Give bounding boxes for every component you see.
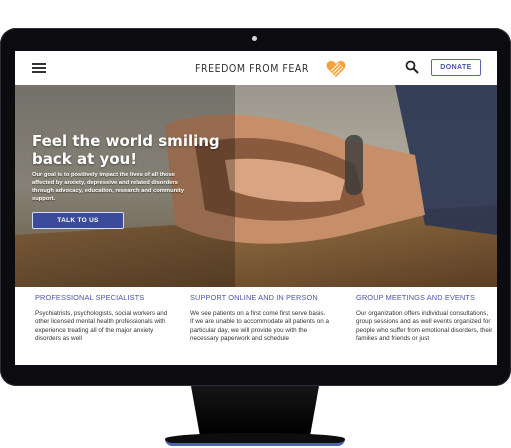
- logo-text: FREEDOM FROM FEAR: [195, 63, 310, 75]
- column-title[interactable]: GROUP MEETINGS AND EVENTS: [356, 293, 496, 302]
- monitor-stand-base: [165, 433, 345, 446]
- monitor-stand: [191, 386, 319, 436]
- hero-title: Feel the world smiling back at you!: [32, 132, 220, 168]
- info-columns: PROFESSIONAL SPECIALISTS Psychiatrists, …: [15, 287, 497, 365]
- info-column-specialists: PROFESSIONAL SPECIALISTS Psychiatrists, …: [35, 293, 175, 344]
- hero-description: Our goal is to positively impact the liv…: [32, 172, 184, 202]
- column-text: Our organization offers individual consu…: [356, 310, 493, 343]
- hero-banner: Feel the world smiling back at you! Our …: [15, 85, 497, 287]
- column-title[interactable]: SUPPORT ONLINE AND IN PERSON: [190, 293, 330, 302]
- navbar: FREEDOM FROM FEAR DONATE: [15, 51, 497, 85]
- info-column-group-meetings: GROUP MEETINGS AND EVENTS Our organizati…: [356, 293, 496, 344]
- column-title[interactable]: PROFESSIONAL SPECIALISTS: [35, 293, 175, 302]
- column-text: We see patients on a first come first se…: [190, 310, 329, 343]
- talk-to-us-button[interactable]: TALK TO US: [32, 212, 124, 229]
- donate-button[interactable]: DONATE: [431, 59, 481, 76]
- search-icon[interactable]: [405, 60, 419, 74]
- heart-icon: [326, 61, 346, 77]
- menu-icon[interactable]: [32, 63, 46, 73]
- website-screen: FREEDOM FROM FEAR DONATE Feel the world …: [15, 51, 497, 365]
- camera-dot: [252, 36, 257, 41]
- logo[interactable]: FREEDOM FROM FEAR: [195, 60, 346, 78]
- info-column-support: SUPPORT ONLINE AND IN PERSON We see pati…: [190, 293, 330, 344]
- column-text: Psychiatrists, psychologists, social wor…: [35, 310, 168, 343]
